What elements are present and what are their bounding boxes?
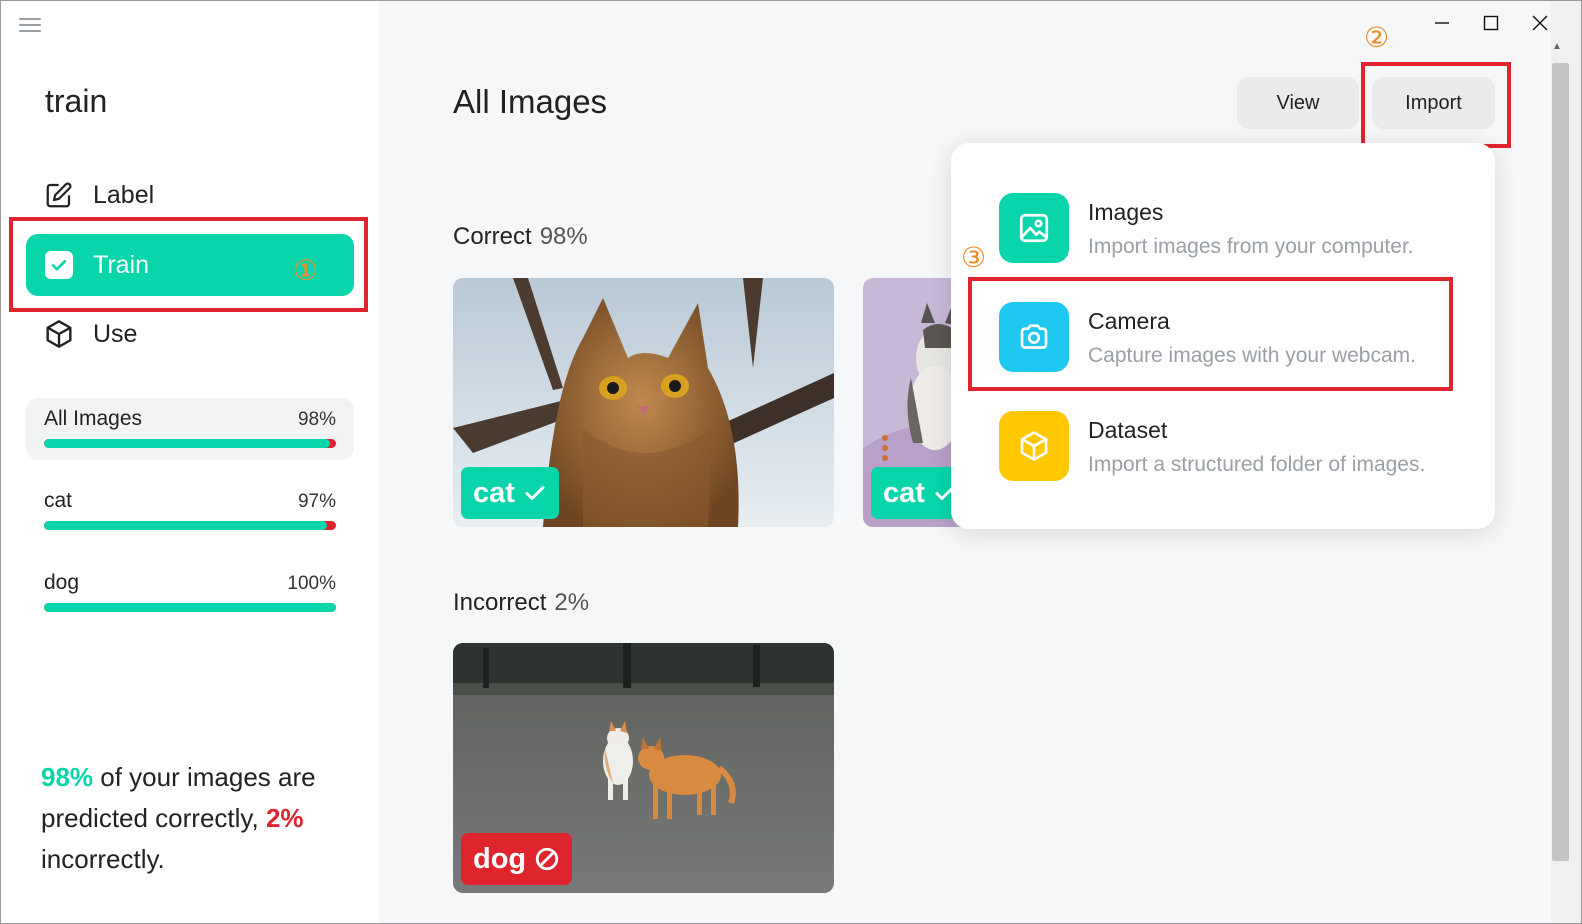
summary-incorrect-pct: 2%	[265, 803, 304, 833]
stat-percent: 100%	[287, 573, 336, 594]
label-tag-correct: cat	[461, 467, 559, 519]
scroll-up-icon[interactable]: ▲	[1552, 41, 1562, 52]
pencil-icon	[42, 178, 76, 212]
app-window: train Label Train Use ① All Images 98% c…	[0, 0, 1582, 924]
stat-name: cat	[44, 489, 73, 512]
scrollbar-thumb[interactable]	[1552, 63, 1569, 861]
summary-correct-pct: 98%	[41, 762, 94, 792]
image-card[interactable]: cat	[453, 278, 834, 527]
stat-dog[interactable]: dog 100%	[26, 562, 354, 624]
section-percent: 2%	[554, 589, 590, 616]
stat-name: dog	[44, 571, 80, 594]
annotation-number-2: ②	[1364, 21, 1390, 54]
summary-text-2: incorrectly.	[41, 844, 165, 874]
menu-icon[interactable]	[19, 15, 41, 33]
stat-cat[interactable]: cat 97%	[26, 480, 354, 542]
check-icon	[525, 486, 545, 500]
annotation-number-1: ①	[293, 254, 319, 287]
tag-label: cat	[883, 476, 925, 509]
tag-label: dog	[473, 842, 527, 875]
section-percent: 98%	[539, 223, 588, 250]
image-card[interactable]: dog	[453, 643, 834, 893]
accuracy-bar-fill	[44, 439, 331, 448]
import-dataset-item[interactable]: Dataset Import a structured folder of im…	[951, 393, 1495, 493]
app-title: train	[45, 83, 108, 119]
accuracy-bar	[44, 521, 336, 530]
annotation-box-camera	[968, 277, 1453, 391]
label-tag-incorrect: dog	[461, 833, 573, 885]
section-label: Incorrect	[453, 589, 547, 616]
menu-item-desc: Import a structured folder of images.	[1088, 453, 1426, 476]
cube-icon	[42, 317, 76, 351]
accuracy-bar-fill	[44, 603, 336, 612]
stat-name: All Images	[44, 407, 143, 430]
accuracy-bar-fill	[44, 521, 328, 530]
import-images-item[interactable]: Images Import images from your computer.	[951, 175, 1495, 275]
sidebar: train Label Train Use ① All Images 98% c…	[1, 1, 379, 923]
page-title: All Images	[453, 83, 608, 120]
minimize-icon[interactable]	[1422, 7, 1462, 39]
annotation-number-3: ③	[961, 241, 987, 274]
image-icon	[999, 193, 1069, 263]
nav-label: Use	[93, 319, 138, 348]
section-correct-heading: Correct 98%	[453, 223, 588, 251]
stat-percent: 98%	[297, 409, 336, 430]
stat-percent: 97%	[297, 491, 336, 512]
menu-item-title: Dataset	[1088, 417, 1168, 443]
box-icon	[999, 411, 1069, 481]
menu-item-title: Images	[1088, 199, 1164, 225]
blocked-icon	[535, 847, 559, 871]
tag-label: cat	[473, 476, 515, 509]
nav-label: Label	[93, 180, 155, 209]
accuracy-bar	[44, 439, 336, 448]
annotation-box-import	[1361, 62, 1511, 148]
nav-item-use[interactable]: Use	[26, 303, 354, 365]
accuracy-bar	[44, 603, 336, 612]
maximize-icon[interactable]	[1471, 7, 1511, 39]
accuracy-summary: 98% of your images are predicted correct…	[41, 757, 361, 880]
stat-all-images[interactable]: All Images 98%	[26, 398, 354, 460]
view-button[interactable]: View	[1237, 77, 1359, 129]
section-label: Correct	[453, 223, 532, 250]
section-incorrect-heading: Incorrect 2%	[453, 589, 589, 617]
menu-item-desc: Import images from your computer.	[1088, 235, 1414, 258]
